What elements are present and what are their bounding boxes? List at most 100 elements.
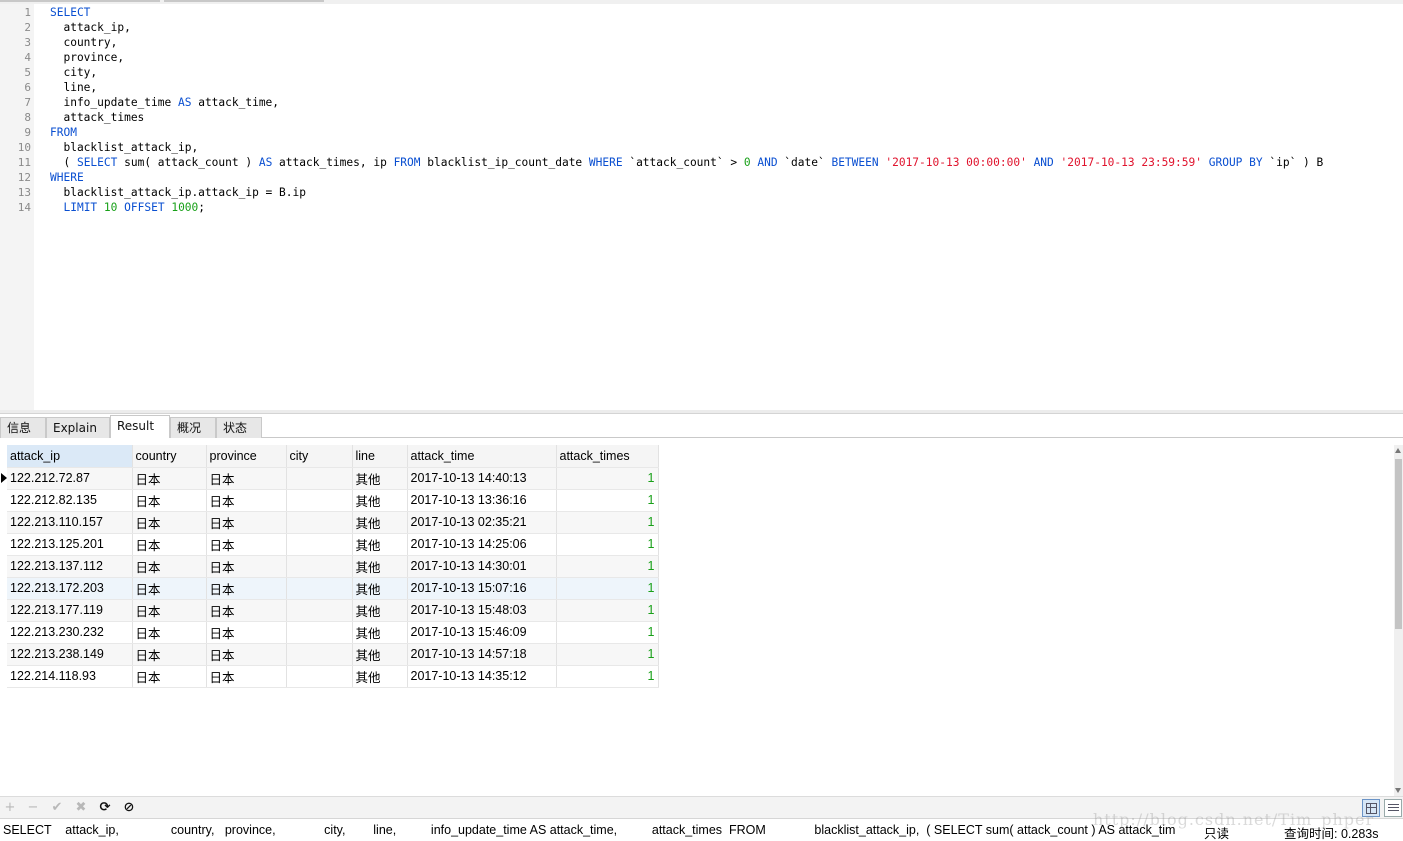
grid-cell[interactable]: 1	[556, 533, 659, 556]
apply-icon[interactable]: ✔	[49, 800, 65, 816]
grid-cell[interactable]: 1	[556, 511, 659, 534]
result-tab[interactable]: 概况	[170, 417, 216, 438]
table-row[interactable]: 122.213.110.157 日本 日本 其他 2017-10-13 02:35:21…	[7, 511, 659, 534]
grid-cell[interactable]: 日本	[132, 555, 207, 578]
result-tab[interactable]: 状态	[216, 417, 262, 438]
grid-cell[interactable]: 日本	[206, 467, 287, 490]
grid-cell[interactable]	[286, 467, 353, 490]
grid-cell[interactable]: 122.213.177.119	[7, 599, 133, 622]
grid-cell[interactable]	[286, 665, 353, 688]
grid-cell[interactable]: 2017-10-13 15:48:03	[407, 599, 557, 622]
grid-cell[interactable]: 其他	[352, 511, 408, 534]
grid-cell[interactable]	[286, 555, 353, 578]
grid-cell[interactable]: 122.212.82.135	[7, 489, 133, 512]
table-row[interactable]: 122.213.238.149 日本 日本 其他 2017-10-13 14:57:18…	[7, 643, 659, 666]
grid-cell[interactable]: 日本	[206, 533, 287, 556]
grid-cell[interactable]: 2017-10-13 15:46:09	[407, 621, 557, 644]
table-row[interactable]: 122.212.82.135 日本 日本 其他 2017-10-13 13:36:16 1	[7, 489, 659, 512]
grid-cell[interactable]: 122.214.118.93	[7, 665, 133, 688]
grid-cell[interactable]: 122.213.172.203	[7, 577, 133, 600]
grid-cell[interactable]: 日本	[132, 577, 207, 600]
table-row[interactable]: 122.214.118.93 日本 日本 其他 2017-10-13 14:35:12 1	[7, 665, 659, 688]
grid-cell[interactable]: 日本	[206, 643, 287, 666]
grid-cell[interactable]: 日本	[132, 533, 207, 556]
column-header[interactable]: attack_time	[407, 445, 557, 468]
grid-cell[interactable]: 其他	[352, 599, 408, 622]
scroll-up-icon[interactable]	[1395, 448, 1401, 453]
grid-cell[interactable]: 日本	[206, 577, 287, 600]
window-tab[interactable]	[0, 0, 160, 2]
scroll-down-icon[interactable]	[1395, 788, 1401, 793]
grid-cell[interactable]: 1	[556, 599, 659, 622]
discard-icon[interactable]: ✖	[73, 800, 89, 816]
result-tab[interactable]: 信息	[0, 417, 46, 438]
delete-record-icon[interactable]: −	[25, 800, 41, 816]
grid-cell[interactable]: 其他	[352, 643, 408, 666]
grid-cell[interactable]: 日本	[132, 621, 207, 644]
column-header[interactable]: city	[286, 445, 353, 468]
grid-cell[interactable]: 其他	[352, 533, 408, 556]
window-tab[interactable]	[164, 0, 324, 2]
table-row[interactable]: 122.213.172.203 日本 日本 其他 2017-10-13 15:07:16…	[7, 577, 659, 600]
column-header[interactable]: attack_times	[556, 445, 659, 468]
refresh-icon[interactable]: ⟳	[97, 800, 113, 816]
grid-cell[interactable]: 日本	[206, 489, 287, 512]
grid-cell[interactable]	[286, 643, 353, 666]
table-row[interactable]: 122.213.125.201 日本 日本 其他 2017-10-13 14:25:06…	[7, 533, 659, 556]
grid-cell[interactable]: 2017-10-13 02:35:21	[407, 511, 557, 534]
grid-cell[interactable]: 2017-10-13 14:30:01	[407, 555, 557, 578]
grid-cell[interactable]: 2017-10-13 14:40:13	[407, 467, 557, 490]
grid-cell[interactable]: 1	[556, 555, 659, 578]
grid-cell[interactable]: 日本	[132, 599, 207, 622]
stop-icon[interactable]: ⊘	[121, 800, 137, 816]
grid-cell[interactable]: 122.213.125.201	[7, 533, 133, 556]
grid-cell[interactable]: 日本	[132, 511, 207, 534]
grid-cell[interactable]: 122.213.137.112	[7, 555, 133, 578]
grid-cell[interactable]	[286, 621, 353, 644]
grid-cell[interactable]: 日本	[206, 555, 287, 578]
grid-cell[interactable]: 其他	[352, 555, 408, 578]
grid-cell[interactable]: 2017-10-13 13:36:16	[407, 489, 557, 512]
grid-cell[interactable]: 1	[556, 643, 659, 666]
grid-cell[interactable]: 其他	[352, 665, 408, 688]
column-header[interactable]: country	[132, 445, 207, 468]
grid-cell[interactable]: 122.212.72.87	[7, 467, 133, 490]
grid-cell[interactable]	[286, 599, 353, 622]
result-grid-area[interactable]: attack_ip country province city line attack_t…	[0, 439, 1394, 796]
grid-cell[interactable]: 1	[556, 467, 659, 490]
grid-cell[interactable]: 1	[556, 621, 659, 644]
grid-cell[interactable]: 其他	[352, 489, 408, 512]
result-grid[interactable]: attack_ip country province city line attack_t…	[7, 445, 659, 688]
grid-cell[interactable]: 2017-10-13 14:57:18	[407, 643, 557, 666]
grid-cell[interactable]: 2017-10-13 14:35:12	[407, 665, 557, 688]
grid-cell[interactable]	[286, 511, 353, 534]
grid-cell[interactable]: 2017-10-13 15:07:16	[407, 577, 557, 600]
column-header[interactable]: province	[206, 445, 287, 468]
vertical-scrollbar[interactable]	[1394, 445, 1403, 796]
grid-cell[interactable]	[286, 577, 353, 600]
grid-cell[interactable]: 日本	[206, 665, 287, 688]
grid-cell[interactable]: 日本	[206, 599, 287, 622]
grid-cell[interactable]: 122.213.230.232	[7, 621, 133, 644]
grid-cell[interactable]: 日本	[206, 511, 287, 534]
grid-cell[interactable]: 日本	[206, 621, 287, 644]
grid-cell[interactable]: 日本	[132, 665, 207, 688]
grid-cell[interactable]: 2017-10-13 14:25:06	[407, 533, 557, 556]
grid-cell[interactable]	[286, 489, 353, 512]
column-header[interactable]: line	[352, 445, 408, 468]
form-view-button[interactable]	[1384, 799, 1402, 817]
grid-cell[interactable]: 其他	[352, 467, 408, 490]
table-row[interactable]: 122.213.137.112 日本 日本 其他 2017-10-13 14:30:01…	[7, 555, 659, 578]
grid-cell[interactable]: 日本	[132, 467, 207, 490]
grid-cell[interactable]: 1	[556, 577, 659, 600]
grid-cell[interactable]: 其他	[352, 621, 408, 644]
result-tab[interactable]: Result 1	[110, 415, 170, 453]
grid-cell[interactable]: 122.213.110.157	[7, 511, 133, 534]
grid-cell[interactable]: 日本	[132, 489, 207, 512]
table-row[interactable]: 122.212.72.87 日本 日本 其他 2017-10-13 14:40:13 1	[7, 467, 659, 490]
sql-editor[interactable]: 1 2 3 4 5 6 7 8 9 10 11 12 13 14 SELECT attack_ip, co…	[0, 4, 1403, 410]
table-row[interactable]: 122.213.177.119 日本 日本 其他 2017-10-13 15:48:03…	[7, 599, 659, 622]
grid-cell[interactable]: 122.213.238.149	[7, 643, 133, 666]
grid-cell[interactable]: 1	[556, 665, 659, 688]
grid-cell[interactable]	[286, 533, 353, 556]
